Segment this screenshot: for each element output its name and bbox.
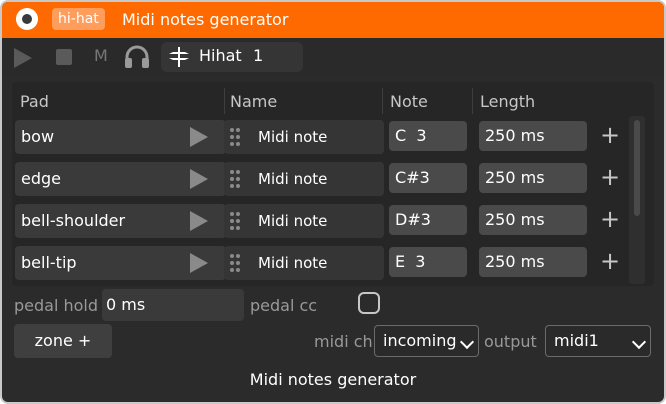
pad-cell[interactable]: bow bbox=[15, 120, 226, 154]
length-field[interactable]: 250 ms bbox=[479, 205, 587, 235]
name-cell[interactable]: Midi note bbox=[224, 204, 384, 238]
name-label: Midi note bbox=[258, 212, 328, 230]
zone-add-button[interactable]: zone + bbox=[14, 324, 112, 358]
pedal-hold-value: 0 ms bbox=[106, 295, 146, 314]
output-select[interactable]: midi1 bbox=[545, 325, 651, 357]
note-value: E 3 bbox=[395, 252, 426, 271]
table-row: edge Midi note C#3 250 ms + bbox=[12, 162, 654, 198]
length-value: 250 ms bbox=[485, 126, 545, 145]
pedal-hold-label: pedal hold bbox=[14, 296, 99, 315]
track-number: 1 bbox=[253, 46, 264, 65]
scrollbar-thumb[interactable] bbox=[634, 120, 640, 216]
header-note: Note bbox=[390, 92, 428, 111]
name-label: Midi note bbox=[258, 170, 328, 188]
play-icon[interactable] bbox=[190, 169, 208, 189]
name-cell[interactable]: Midi note bbox=[224, 246, 384, 280]
name-cell[interactable]: Midi note bbox=[224, 120, 384, 154]
pad-table: Pad Name Note Length bow Midi note C 3 2… bbox=[12, 82, 654, 286]
drag-handle-icon[interactable] bbox=[230, 128, 240, 146]
header-divider bbox=[382, 88, 383, 114]
table-row: bell-tip Midi note E 3 250 ms + bbox=[12, 246, 654, 282]
drag-handle-icon[interactable] bbox=[230, 254, 240, 272]
instrument-badge: hi-hat bbox=[52, 8, 105, 30]
header-name: Name bbox=[230, 92, 278, 111]
midi-ch-select[interactable]: incoming bbox=[374, 325, 479, 357]
chevron-down-icon bbox=[459, 334, 475, 350]
plugin-window: hi-hat Midi notes generator M Hihat 1 Pa… bbox=[0, 0, 666, 404]
pedal-cc-label: pedal cc bbox=[250, 296, 318, 315]
pad-cell[interactable]: edge bbox=[15, 162, 226, 196]
drag-handle-icon[interactable] bbox=[230, 212, 240, 230]
pedal-hold-input[interactable]: 0 ms bbox=[102, 289, 244, 321]
midi-ch-value: incoming bbox=[383, 331, 457, 350]
note-value: D#3 bbox=[395, 210, 431, 229]
pad-label: bell-tip bbox=[21, 253, 77, 272]
note-field[interactable]: C#3 bbox=[389, 163, 467, 193]
name-cell[interactable]: Midi note bbox=[224, 162, 384, 196]
app-logo-icon bbox=[16, 8, 38, 30]
note-field[interactable]: C 3 bbox=[389, 121, 467, 151]
title-bar: hi-hat Midi notes generator bbox=[2, 2, 664, 38]
name-label: Midi note bbox=[258, 254, 328, 272]
midi-ch-label: midi ch bbox=[314, 332, 373, 351]
note-value: C#3 bbox=[395, 168, 430, 187]
length-value: 250 ms bbox=[485, 168, 545, 187]
chevron-down-icon bbox=[631, 334, 647, 350]
name-label: Midi note bbox=[258, 128, 328, 146]
track-selector[interactable]: Hihat 1 bbox=[161, 42, 303, 72]
length-field[interactable]: 250 ms bbox=[479, 247, 587, 277]
output-value: midi1 bbox=[554, 331, 599, 350]
mute-button[interactable]: M bbox=[94, 46, 108, 65]
length-field[interactable]: 250 ms bbox=[479, 121, 587, 151]
play-icon[interactable] bbox=[190, 211, 208, 231]
add-icon[interactable]: + bbox=[600, 122, 620, 148]
track-name: Hihat bbox=[199, 46, 242, 65]
header-length: Length bbox=[480, 92, 536, 111]
note-value: C 3 bbox=[395, 126, 427, 145]
output-label: output bbox=[484, 332, 537, 351]
toolbar: M Hihat 1 bbox=[2, 38, 664, 76]
window-title: Midi notes generator bbox=[122, 10, 289, 29]
pad-label: edge bbox=[21, 169, 61, 188]
header-pad: Pad bbox=[20, 92, 49, 111]
drag-handle-icon[interactable] bbox=[230, 170, 240, 188]
add-icon[interactable]: + bbox=[600, 164, 620, 190]
hihat-icon bbox=[169, 47, 189, 67]
pad-cell[interactable]: bell-shoulder bbox=[15, 204, 226, 238]
table-row: bell-shoulder Midi note D#3 250 ms + bbox=[12, 204, 654, 240]
pad-label: bow bbox=[21, 127, 55, 146]
header-divider bbox=[472, 88, 473, 114]
note-field[interactable]: D#3 bbox=[389, 205, 467, 235]
add-icon[interactable]: + bbox=[600, 248, 620, 274]
length-value: 250 ms bbox=[485, 210, 545, 229]
stop-icon[interactable] bbox=[56, 49, 72, 65]
play-icon[interactable] bbox=[190, 253, 208, 273]
note-field[interactable]: E 3 bbox=[389, 247, 467, 277]
table-row: bow Midi note C 3 250 ms + bbox=[12, 120, 654, 156]
footer-title: Midi notes generator bbox=[249, 370, 417, 389]
header-divider bbox=[224, 88, 225, 114]
headphones-icon[interactable] bbox=[123, 43, 151, 71]
pad-label: bell-shoulder bbox=[21, 211, 126, 230]
scrollbar[interactable] bbox=[629, 116, 645, 284]
pad-cell[interactable]: bell-tip bbox=[15, 246, 226, 280]
play-icon[interactable] bbox=[14, 48, 32, 68]
play-icon[interactable] bbox=[190, 127, 208, 147]
length-field[interactable]: 250 ms bbox=[479, 163, 587, 193]
length-value: 250 ms bbox=[485, 252, 545, 271]
add-icon[interactable]: + bbox=[600, 206, 620, 232]
pedal-cc-checkbox[interactable] bbox=[358, 292, 380, 314]
